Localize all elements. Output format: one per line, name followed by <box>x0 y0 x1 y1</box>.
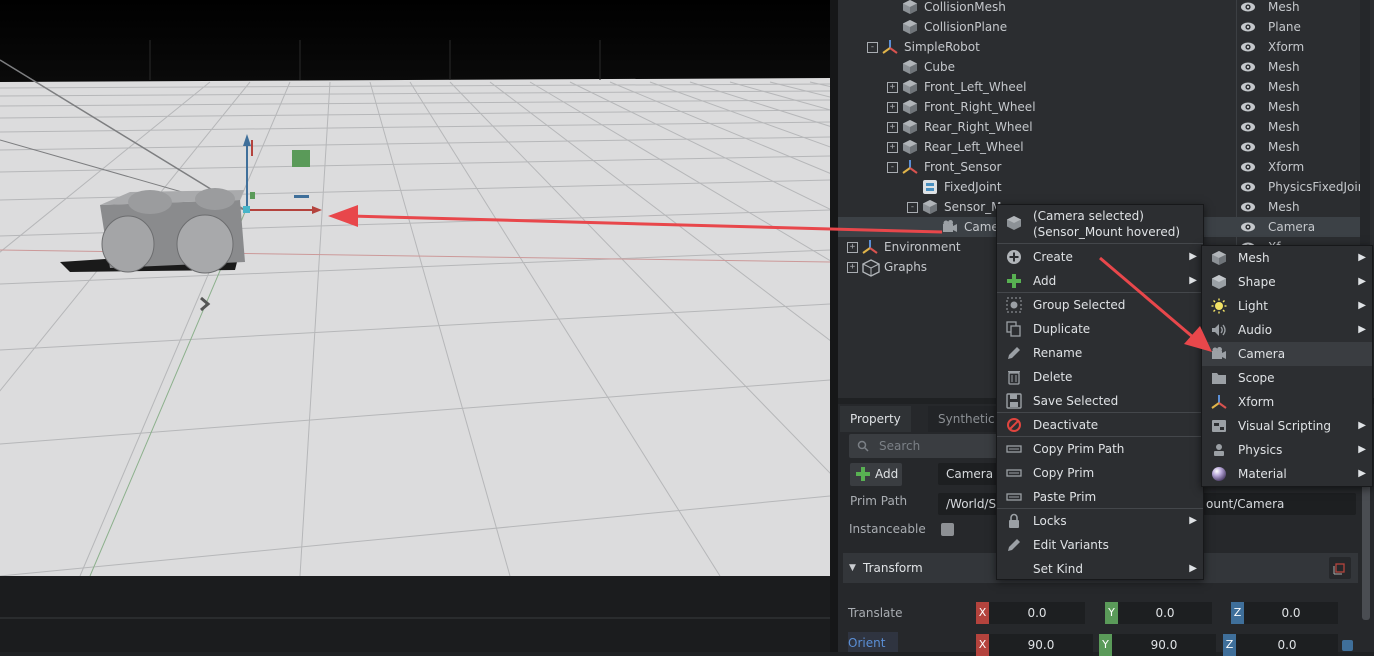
annotation-arrow-left <box>349 214 943 234</box>
annotation-arrowhead-right <box>1184 326 1212 352</box>
annotation-arrowhead-left <box>328 205 358 227</box>
annotation-arrow-right <box>1099 256 1195 340</box>
annotation-overlay <box>328 205 1212 352</box>
